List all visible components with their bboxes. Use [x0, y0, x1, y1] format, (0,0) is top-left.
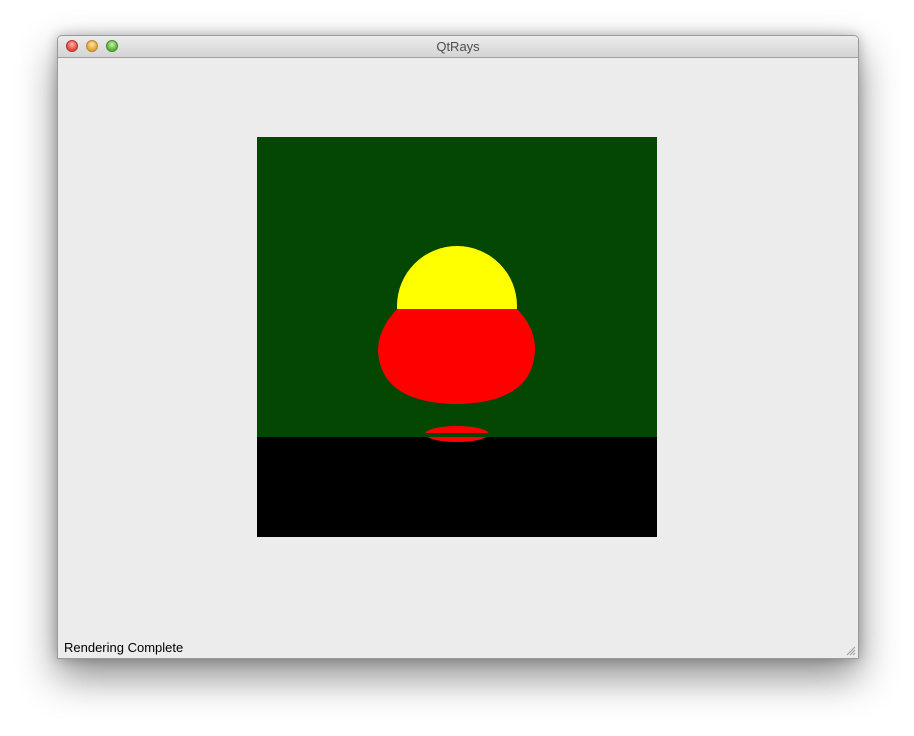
red-sphere [378, 309, 536, 404]
rendered-image [257, 137, 657, 537]
title-bar[interactable]: QtRays [58, 36, 858, 58]
window-title: QtRays [436, 39, 480, 54]
resize-grip-icon[interactable] [846, 646, 856, 656]
floor-plane [257, 437, 657, 537]
status-bar-message: Rendering Complete [64, 640, 184, 655]
qtrays-window: QtRays Rendering Complete [57, 35, 859, 659]
horizon-edge [257, 433, 657, 437]
